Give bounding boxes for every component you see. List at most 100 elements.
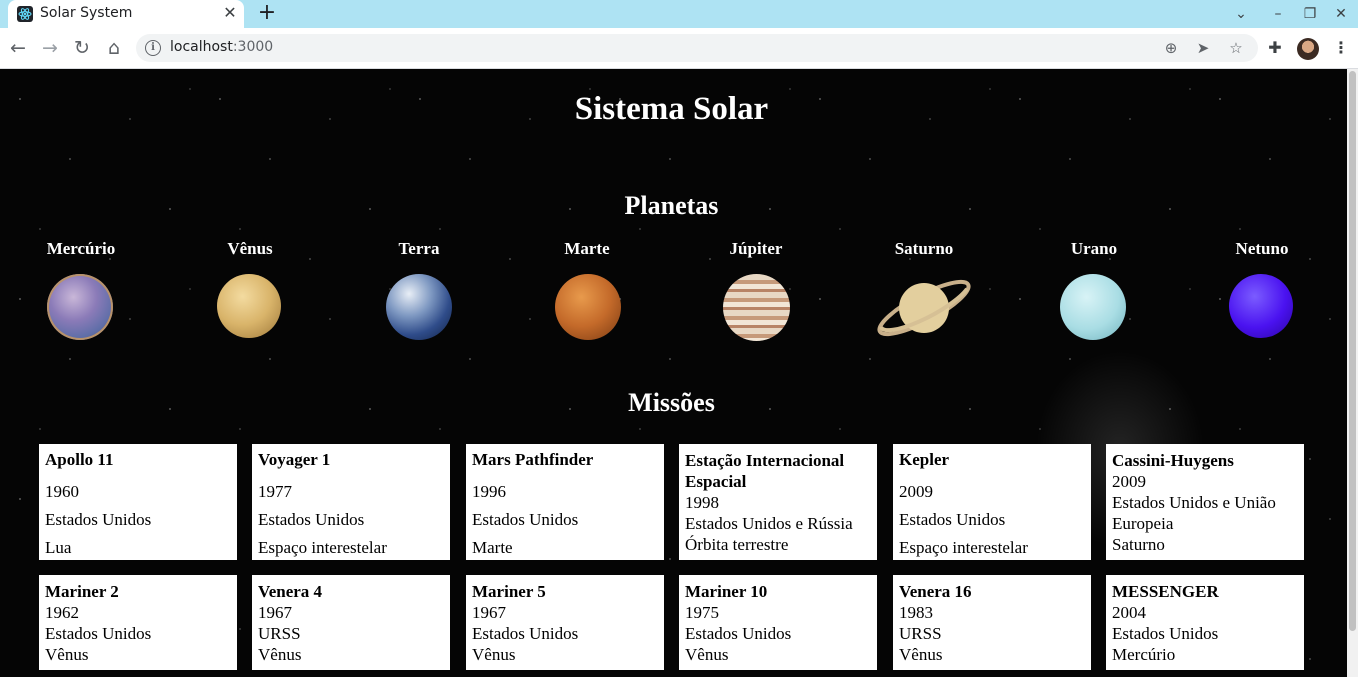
mission-card: Mariner 10 1975 Estados Unidos Vênus: [679, 575, 877, 670]
minimize-icon[interactable]: –: [1268, 4, 1288, 24]
mission-destination: Vênus: [45, 645, 89, 664]
avatar[interactable]: [1297, 38, 1319, 60]
mission-country: Estados Unidos: [258, 510, 365, 529]
mission-name: Mariner 2: [45, 582, 119, 601]
mission-destination: Vênus: [685, 645, 729, 664]
mission-country: Estados Unidos: [45, 510, 152, 529]
puzzle-icon[interactable]: ✚: [1263, 36, 1287, 60]
mission-country: URSS: [258, 624, 301, 643]
planet-venus: Vênus: [190, 239, 310, 349]
mission-name: Voyager 1: [258, 450, 331, 469]
planet-name: Júpiter: [729, 239, 783, 258]
mission-destination: Vênus: [258, 645, 302, 664]
arrow-right-icon[interactable]: →: [38, 36, 62, 60]
page-scrollbar[interactable]: [1347, 69, 1358, 677]
saturn-image: [877, 279, 971, 337]
planet-marte: Marte: [527, 239, 647, 349]
mission-year: 2004: [1112, 603, 1146, 622]
planet-name: Urano: [1070, 239, 1118, 258]
mission-card: Mars Pathfinder 1996 Estados Unidos Mart…: [466, 444, 664, 560]
planet-name: Vênus: [227, 239, 273, 258]
earth-image: [386, 274, 452, 340]
mission-name: Mariner 10: [685, 582, 768, 601]
home-icon[interactable]: ⌂: [102, 36, 126, 60]
mission-name: Mariner 5: [472, 582, 546, 601]
planet-netuno: Netuno: [1202, 239, 1322, 349]
reload-icon[interactable]: ↻: [70, 36, 94, 60]
uranus-image: [1060, 274, 1126, 340]
url-text: localhost:3000: [170, 39, 274, 55]
address-bar[interactable]: i localhost:3000 ⊕ ➤ ☆: [136, 34, 1258, 62]
mission-destination: Espaço interestelar: [258, 538, 387, 557]
planet-name: Terra: [398, 239, 440, 258]
mission-card: Estação Internacional Espacial 1998 Esta…: [679, 444, 877, 560]
site-info-icon[interactable]: i: [145, 40, 161, 56]
mission-destination: Espaço interestelar: [899, 538, 1028, 557]
page-title: Sistema Solar: [574, 91, 769, 127]
close-window-icon[interactable]: ✕: [1331, 4, 1351, 24]
mission-year: 1960: [45, 482, 79, 501]
kebab-menu-icon[interactable]: ⋮: [1329, 36, 1353, 60]
planets-heading: Planetas: [624, 191, 719, 220]
mission-year: 1996: [472, 482, 506, 501]
arrow-left-icon[interactable]: ←: [6, 36, 30, 60]
mission-country: Estados Unidos e Rússia: [685, 514, 853, 533]
zoom-icon[interactable]: ⊕: [1161, 38, 1181, 58]
restore-icon[interactable]: ❐: [1300, 4, 1320, 24]
new-tab-icon[interactable]: +: [255, 2, 279, 26]
send-icon[interactable]: ➤: [1193, 38, 1213, 58]
browser-tab[interactable]: Solar System ✕: [8, 0, 244, 28]
mission-country: Estados Unidos: [1112, 624, 1219, 643]
mission-name: Apollo 11: [45, 450, 114, 469]
mission-country: Estados Unidos: [685, 624, 792, 643]
mission-country: URSS: [899, 624, 942, 643]
mission-name: Mars Pathfinder: [472, 450, 594, 469]
mission-year: 1998: [685, 493, 719, 512]
star-icon[interactable]: ☆: [1226, 38, 1246, 58]
planet-name: Marte: [564, 239, 610, 258]
mission-card: Voyager 1 1977 Estados Unidos Espaço int…: [252, 444, 450, 560]
planet-saturno: Saturno: [864, 239, 984, 349]
mission-card: Venera 4 1967 URSS Vênus: [252, 575, 450, 670]
mission-year: 1977: [258, 482, 292, 501]
mission-card: Cassini-Huygens 2009 Estados Unidos e Un…: [1106, 444, 1304, 560]
react-logo-icon: [17, 6, 33, 22]
planet-name: Saturno: [894, 239, 954, 258]
mission-card: Mariner 5 1967 Estados Unidos Vênus: [466, 575, 664, 670]
planet-mercurio: Mercúrio: [21, 239, 141, 349]
mission-destination: Vênus: [899, 645, 943, 664]
mercury-image: [47, 274, 113, 340]
mission-destination: Lua: [45, 538, 72, 557]
mission-name: Venera 16: [899, 582, 972, 601]
mission-card: Mariner 2 1962 Estados Unidos Vênus: [39, 575, 237, 670]
mission-country: Estados Unidos: [472, 624, 579, 643]
mission-destination: Órbita terrestre: [685, 535, 789, 554]
missions-heading: Missões: [628, 388, 715, 417]
planet-jupiter: Júpiter: [696, 239, 816, 349]
neptune-image: [1229, 274, 1293, 338]
mission-card: MESSENGER 2004 Estados Unidos Mercúrio: [1106, 575, 1304, 670]
mission-year: 1975: [685, 603, 719, 622]
page-content: Sistema Solar Planetas Mercúrio Vênus Te…: [0, 69, 1347, 677]
mission-year: 2009: [899, 482, 933, 501]
mission-country: Estados Unidos: [472, 510, 579, 529]
mission-year: 1983: [899, 603, 933, 622]
close-tab-icon[interactable]: ✕: [220, 3, 240, 23]
mission-card: Kepler 2009 Estados Unidos Espaço intere…: [893, 444, 1091, 560]
mission-year: 1962: [45, 603, 79, 622]
mission-name: MESSENGER: [1112, 582, 1219, 601]
planet-urano: Urano: [1034, 239, 1154, 349]
mars-image: [555, 274, 621, 340]
mission-card: Apollo 11 1960 Estados Unidos Lua: [39, 444, 237, 560]
planet-name: Netuno: [1235, 239, 1289, 258]
mission-destination: Vênus: [472, 645, 516, 664]
venus-image: [217, 274, 281, 338]
scrollbar-thumb[interactable]: [1349, 71, 1356, 631]
mission-destination: Mercúrio: [1112, 645, 1176, 664]
browser-toolbar: ← → ↻ ⌂ i localhost:3000 ⊕ ➤ ☆ ✚ ⋮: [0, 28, 1358, 69]
mission-year: 1967: [472, 603, 506, 622]
mission-year: 1967: [258, 603, 292, 622]
tab-search-chevron-icon[interactable]: ⌄: [1231, 4, 1251, 24]
mission-name: Cassini-Huygens: [1112, 451, 1234, 470]
mission-name: Kepler: [899, 450, 950, 469]
